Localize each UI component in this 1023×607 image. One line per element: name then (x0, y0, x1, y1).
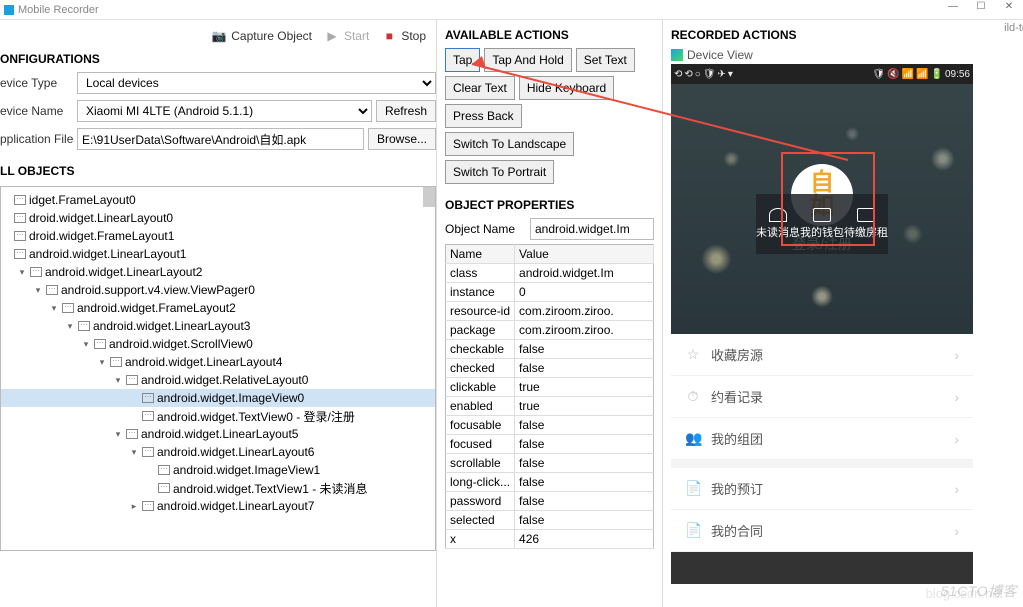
action-press-back[interactable]: Press Back (445, 104, 522, 128)
tree-node[interactable]: ▾⋯android.widget.ScrollView0 (1, 335, 435, 353)
app-icon (4, 5, 14, 15)
object-name-label: Object Name (445, 222, 530, 236)
menu-item[interactable]: 📄我的预订› (671, 468, 973, 510)
action-tap[interactable]: Tap (445, 48, 480, 72)
device-name-select[interactable]: Xiaomi MI 4LTE (Android 5.1.1) (77, 100, 372, 122)
property-row[interactable]: scrollablefalse (446, 454, 654, 473)
tree-node[interactable]: ▾⋯android.widget.LinearLayout4 (1, 353, 435, 371)
object-name-input[interactable] (530, 218, 654, 240)
tree-node[interactable]: ▾⋯android.widget.LinearLayout5 (1, 425, 435, 443)
right-panel: RECORDED ACTIONS Device View ⟲⟲○🛡✈▾ 🛡🔇📶📶… (663, 20, 1023, 607)
tree-node[interactable]: ⋯android.widget.ImageView0 (1, 389, 435, 407)
property-row[interactable]: instance0 (446, 283, 654, 302)
tree-node[interactable]: ▾⋯android.widget.RelativeLayout0 (1, 371, 435, 389)
tree-node[interactable]: ▾⋯android.widget.LinearLayout6 (1, 443, 435, 461)
middle-panel: AVAILABLE ACTIONS TapTap And HoldSet Tex… (437, 20, 663, 607)
app-file-label: pplication File (0, 132, 77, 146)
tree-node[interactable]: ⋯android.widget.ImageView1 (1, 461, 435, 479)
configurations-title: ONFIGURATIONS (0, 48, 436, 72)
available-actions-title: AVAILABLE ACTIONS (445, 24, 654, 48)
property-row[interactable]: x426 (446, 530, 654, 549)
window-titlebar: Mobile Recorder — ☐ ✕ (0, 0, 1023, 20)
tree-node[interactable]: ▾⋯android.support.v4.view.ViewPager0 (1, 281, 435, 299)
tree-node[interactable]: ▾⋯android.widget.LinearLayout2 (1, 263, 435, 281)
window-min-button[interactable]: — (939, 1, 967, 19)
menu-item[interactable]: ⏱约看记录› (671, 376, 973, 418)
toolbar: 📷 Capture Object ▶ Start ■ Stop (0, 24, 436, 48)
play-icon: ▶ (324, 28, 340, 44)
capture-label: Capture Object (231, 29, 312, 43)
actions-group: TapTap And HoldSet Text Clear TextHide Ke… (445, 48, 654, 184)
device-type-label: evice Type (0, 76, 77, 90)
objects-tree[interactable]: ⋯idget.FrameLayout0⋯droid.widget.LinearL… (0, 186, 436, 551)
recorded-actions-title: RECORDED ACTIONS (671, 24, 1023, 48)
action-clear-text[interactable]: Clear Text (445, 76, 515, 100)
device-view-label: Device View (671, 48, 1023, 62)
stop-icon: ■ (381, 28, 397, 44)
start-label: Start (344, 29, 369, 43)
action-tap-and-hold[interactable]: Tap And Hold (484, 48, 571, 72)
property-row[interactable]: focusablefalse (446, 416, 654, 435)
property-row[interactable]: checkablefalse (446, 340, 654, 359)
property-row[interactable]: enabledtrue (446, 397, 654, 416)
tree-node[interactable]: ⋯android.widget.LinearLayout1 (1, 245, 435, 263)
scrollbar-thumb[interactable] (423, 187, 435, 207)
tree-node[interactable]: ⋯droid.widget.FrameLayout1 (1, 227, 435, 245)
property-row[interactable]: focusedfalse (446, 435, 654, 454)
start-button: ▶ Start (324, 28, 369, 44)
action-switch-to-portrait[interactable]: Switch To Portrait (445, 160, 554, 184)
k-icon (671, 49, 683, 61)
tree-node[interactable]: ▾⋯android.widget.FrameLayout2 (1, 299, 435, 317)
property-row[interactable]: checkedfalse (446, 359, 654, 378)
property-row[interactable]: long-click...false (446, 473, 654, 492)
left-panel: 📷 Capture Object ▶ Start ■ Stop ONFIGURA… (0, 20, 437, 607)
property-row[interactable]: passwordfalse (446, 492, 654, 511)
window-max-button[interactable]: ☐ (967, 1, 995, 19)
watermark: 51CTO博客 (941, 581, 1017, 601)
device-preview[interactable]: ⟲⟲○🛡✈▾ 🛡🔇📶📶🔋09:56 自如 登录/注册 未读消息我的钱包待缴房租 … (671, 64, 973, 584)
tree-node[interactable]: ⋯android.widget.TextView1 - 未读消息 (1, 479, 435, 497)
device-type-select[interactable]: Local devices (77, 72, 436, 94)
phone-statusbar: ⟲⟲○🛡✈▾ 🛡🔇📶📶🔋09:56 (671, 64, 973, 84)
tree-node[interactable]: ▾⋯android.widget.LinearLayout3 (1, 317, 435, 335)
tree-node[interactable]: ⋯idget.FrameLayout0 (1, 191, 435, 209)
property-row[interactable]: selectedfalse (446, 511, 654, 530)
refresh-button[interactable]: Refresh (376, 100, 436, 122)
phone-hero: 自如 登录/注册 未读消息我的钱包待缴房租 (671, 84, 973, 334)
browse-button[interactable]: Browse... (368, 128, 436, 150)
menu-item[interactable]: ☆收藏房源› (671, 334, 973, 376)
stop-button[interactable]: ■ Stop (381, 28, 426, 44)
window-title: Mobile Recorder (18, 4, 99, 16)
tree-node[interactable]: ▸⋯android.widget.LinearLayout7 (1, 497, 435, 515)
device-name-label: evice Name (0, 104, 77, 118)
property-row[interactable]: classandroid.widget.Im (446, 264, 654, 283)
action-set-text[interactable]: Set Text (576, 48, 635, 72)
menu-item[interactable]: 📄我的合同› (671, 510, 973, 552)
action-switch-to-landscape[interactable]: Switch To Landscape (445, 132, 574, 156)
tree-node[interactable]: ⋯android.widget.TextView0 - 登录/注册 (1, 407, 435, 425)
capture-object-button[interactable]: 📷 Capture Object (211, 28, 312, 44)
tree-node[interactable]: ⋯droid.widget.LinearLayout0 (1, 209, 435, 227)
property-row[interactable]: resource-idcom.ziroom.ziroo. (446, 302, 654, 321)
app-file-input[interactable] (77, 128, 364, 150)
menu-item[interactable]: 👥我的组团› (671, 418, 973, 460)
highlight-box (781, 152, 875, 246)
property-row[interactable]: clickabletrue (446, 378, 654, 397)
object-properties-title: OBJECT PROPERTIES (445, 194, 654, 218)
property-row[interactable]: packagecom.ziroom.ziroo. (446, 321, 654, 340)
camera-icon: 📷 (211, 28, 227, 44)
prop-header-value[interactable]: Value (515, 245, 654, 264)
action-hide-keyboard[interactable]: Hide Keyboard (519, 76, 614, 100)
stop-label: Stop (401, 29, 426, 43)
prop-header-name[interactable]: Name (446, 245, 515, 264)
phone-menu: ☆收藏房源›⏱约看记录›👥我的组团› 📄我的预订›📄我的合同› (671, 334, 973, 552)
properties-table: Name Value classandroid.widget.Iminstanc… (445, 244, 654, 549)
all-objects-title: LL OBJECTS (0, 160, 436, 184)
window-close-button[interactable]: ✕ (995, 1, 1023, 19)
